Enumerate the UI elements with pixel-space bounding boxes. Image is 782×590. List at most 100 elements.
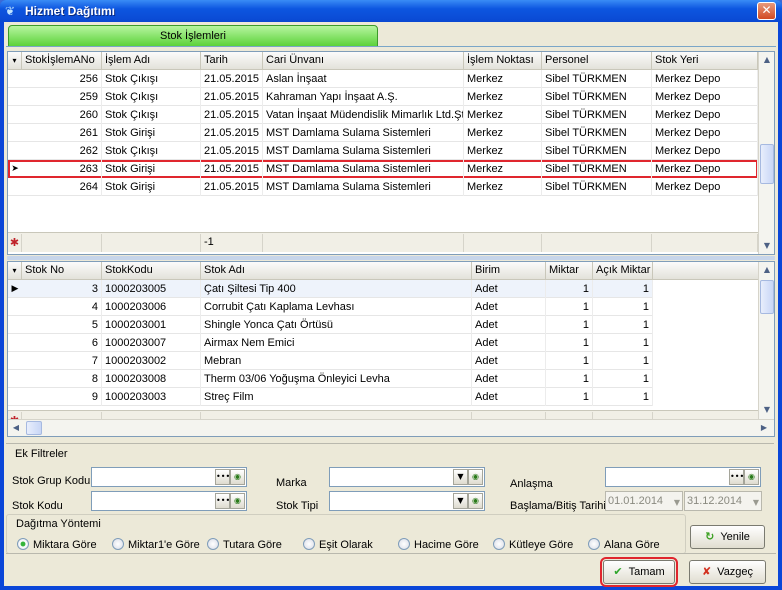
stock-transactions-grid[interactable]: ▾ StokİşlemANo İşlem Adı Tarih Cari Ünva… [7, 51, 775, 255]
stok-tipi-select[interactable]: ▼ ◉ [329, 491, 485, 511]
horizontal-scrollbar[interactable]: ◀ ▶ [8, 419, 774, 436]
scroll-thumb[interactable] [760, 144, 774, 184]
table-cell[interactable]: Adet [472, 316, 546, 334]
table-cell[interactable]: Merkez Depo [652, 106, 758, 124]
table-cell[interactable]: 1 [593, 298, 653, 316]
table-cell[interactable]: Stok Girişi [102, 160, 201, 178]
table-cell[interactable]: 263 [22, 160, 102, 178]
table-row[interactable]: 264 Stok Girişi 21.05.2015 MST Damlama Sula… [8, 178, 758, 196]
scroll-thumb[interactable] [760, 280, 774, 314]
radio-option[interactable]: Alana Göre [588, 537, 660, 553]
table-cell[interactable]: Merkez [464, 142, 542, 160]
table-cell[interactable]: 9 [22, 388, 102, 406]
stok-grup-kodu-field[interactable]: ••• ◉ [91, 467, 247, 487]
table-cell[interactable]: 1 [546, 298, 593, 316]
table-cell[interactable]: MST Damlama Sulama Sistemleri [263, 124, 464, 142]
table-cell[interactable]: Stok Girişi [102, 124, 201, 142]
table-cell[interactable]: Merkez Depo [652, 88, 758, 106]
radio-option[interactable]: Miktar1'e Göre [112, 537, 200, 553]
table-cell[interactable]: Shingle Yonca Çatı Örtüsü [201, 316, 472, 334]
table-cell[interactable]: Adet [472, 280, 546, 298]
table-cell[interactable]: 1 [546, 280, 593, 298]
table-row[interactable]: ▶ 3 1000203005 Çatı Şiltesi Tip 400 Adet 1 1 [8, 280, 653, 298]
table-cell[interactable]: 1000203005 [102, 280, 201, 298]
radio-option[interactable]: Kütleye Göre [493, 537, 573, 553]
table-cell[interactable]: Sibel TÜRKMEN [542, 142, 652, 160]
table-row[interactable]: ➤ 263 Stok Girişi 21.05.2015 MST Damlama Sul… [8, 160, 758, 178]
scroll-up-icon[interactable]: ▲ [759, 262, 774, 278]
radio-icon[interactable] [493, 538, 505, 550]
col-header[interactable]: Personel [542, 52, 652, 70]
start-date-field[interactable]: 01.01.2014 ▼ [605, 491, 683, 511]
table-cell[interactable]: Stok Girişi [102, 178, 201, 196]
table-cell[interactable]: MST Damlama Sulama Sistemleri [263, 160, 464, 178]
table-cell[interactable]: Merkez Depo [652, 178, 758, 196]
table-cell[interactable]: Sibel TÜRKMEN [542, 106, 652, 124]
table-cell[interactable]: 1 [546, 352, 593, 370]
table-cell[interactable]: Merkez [464, 178, 542, 196]
table-cell[interactable]: Merkez [464, 106, 542, 124]
table-cell[interactable]: Adet [472, 370, 546, 388]
scroll-down-icon[interactable]: ▼ [759, 402, 774, 418]
refresh-button[interactable]: ↻ Yenile [690, 525, 765, 549]
table-cell[interactable]: Mebran [201, 352, 472, 370]
table-cell[interactable]: 21.05.2015 [201, 142, 263, 160]
filter-icon[interactable]: ◉ [744, 469, 759, 485]
table-cell[interactable]: Stok Çıkışı [102, 106, 201, 124]
table-cell[interactable]: 1 [593, 316, 653, 334]
table-cell[interactable]: 6 [22, 334, 102, 352]
col-header[interactable]: Stok No [22, 262, 102, 280]
filter-clear-icon[interactable]: ✱ [8, 234, 22, 252]
table-cell[interactable]: Sibel TÜRKMEN [542, 124, 652, 142]
table-cell[interactable]: 260 [22, 106, 102, 124]
table-cell[interactable]: 261 [22, 124, 102, 142]
table-cell[interactable]: 5 [22, 316, 102, 334]
table-cell[interactable]: Therm 03/06 Yoğuşma Önleyici Levha [201, 370, 472, 388]
table-cell[interactable]: 1000203001 [102, 316, 201, 334]
radio-icon[interactable] [207, 538, 219, 550]
radio-icon[interactable] [112, 538, 124, 550]
table-cell[interactable]: 1 [593, 352, 653, 370]
table-row[interactable]: 6 1000203007 Airmax Nem Emici Adet 1 1 [8, 334, 653, 352]
ok-button[interactable]: ✔ Tamam [600, 557, 678, 587]
table-cell[interactable]: MST Damlama Sulama Sistemleri [263, 142, 464, 160]
table-cell[interactable]: Merkez [464, 124, 542, 142]
table-cell[interactable]: 262 [22, 142, 102, 160]
table-cell[interactable]: Merkez Depo [652, 70, 758, 88]
table-cell[interactable]: 259 [22, 88, 102, 106]
table-cell[interactable]: 1000203002 [102, 352, 201, 370]
title-bar[interactable]: ❦ Hizmet Dağıtımı ✕ [0, 0, 782, 22]
table-cell[interactable]: 264 [22, 178, 102, 196]
table-cell[interactable]: Merkez [464, 70, 542, 88]
table-row[interactable]: 259 Stok Çıkışı 21.05.2015 Kahraman Yapı İn… [8, 88, 758, 106]
stock-items-grid[interactable]: ▾ Stok No StokKodu Stok Adı Birim Miktar Açık … [7, 261, 775, 437]
table-cell[interactable]: Airmax Nem Emici [201, 334, 472, 352]
table-cell[interactable]: Sibel TÜRKMEN [542, 70, 652, 88]
cancel-button[interactable]: ✘ Vazgeç [689, 560, 766, 584]
col-header[interactable]: Miktar [546, 262, 593, 280]
table-cell[interactable]: 8 [22, 370, 102, 388]
radio-icon[interactable] [17, 538, 29, 550]
scroll-left-icon[interactable]: ◀ [8, 420, 24, 436]
table-row[interactable]: 7 1000203002 Mebran Adet 1 1 [8, 352, 653, 370]
table-row[interactable]: 5 1000203001 Shingle Yonca Çatı Örtüsü Adet… [8, 316, 653, 334]
radio-option[interactable]: Eşit Olarak [303, 537, 373, 553]
anlasma-field[interactable]: ••• ◉ [605, 467, 761, 487]
table-cell[interactable]: Stok Çıkışı [102, 142, 201, 160]
table-cell[interactable]: 1 [593, 280, 653, 298]
table-cell[interactable]: 1 [546, 334, 593, 352]
col-header[interactable]: Açık Miktar [593, 262, 653, 280]
filter-icon[interactable]: ◉ [230, 469, 245, 485]
table-cell[interactable]: 7 [22, 352, 102, 370]
table-cell[interactable]: Stok Çıkışı [102, 70, 201, 88]
close-button[interactable]: ✕ [757, 2, 776, 20]
table-cell[interactable]: 1 [593, 334, 653, 352]
table-cell[interactable]: 1000203003 [102, 388, 201, 406]
table-cell[interactable]: 21.05.2015 [201, 70, 263, 88]
dropdown-icon[interactable]: ▼ [674, 494, 680, 512]
table-cell[interactable]: 1 [546, 388, 593, 406]
table-cell[interactable]: 21.05.2015 [201, 88, 263, 106]
table-cell[interactable]: Vatan İnşaat Müdendislik Mimarlık Ltd.Şt… [263, 106, 464, 124]
stok-kodu-field[interactable]: ••• ◉ [91, 491, 247, 511]
table-cell[interactable]: 256 [22, 70, 102, 88]
